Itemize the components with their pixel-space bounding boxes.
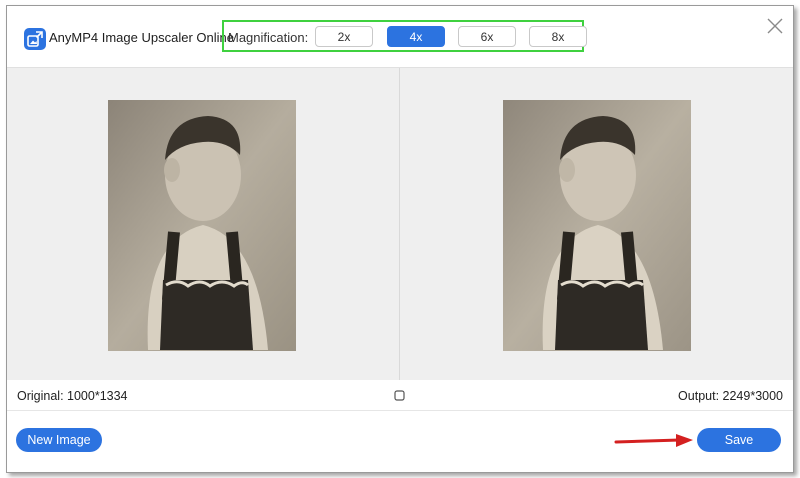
- magnification-label: Magnification:: [228, 30, 309, 45]
- red-arrow-icon: [614, 434, 693, 447]
- new-image-button[interactable]: New Image: [16, 428, 102, 452]
- original-image: [108, 100, 296, 351]
- output-image: [503, 100, 691, 351]
- magnification-6x-button[interactable]: 6x: [458, 26, 516, 47]
- upscaler-dialog: AnyMP4 Image Upscaler Online Magnificati…: [6, 5, 794, 473]
- close-icon[interactable]: [767, 18, 783, 34]
- magnification-8x-button[interactable]: 8x: [529, 26, 587, 47]
- preview-divider: [399, 68, 400, 381]
- app-title: AnyMP4 Image Upscaler Online: [49, 30, 234, 45]
- original-size-text: Original: 1000*1334: [17, 389, 128, 403]
- save-button[interactable]: Save: [697, 428, 781, 452]
- output-size-text: Output: 2249*3000: [678, 389, 783, 403]
- header: AnyMP4 Image Upscaler Online Magnificati…: [7, 6, 793, 66]
- magnification-4x-button[interactable]: 4x: [387, 26, 445, 47]
- magnification-group: Magnification: 2x 4x 6x 8x: [222, 20, 587, 52]
- footer-divider: [7, 410, 793, 411]
- image-info-bar: Original: 1000*1334 Output: 2249*3000: [7, 380, 793, 410]
- preview-area: [7, 67, 793, 381]
- image-upscale-icon: [24, 28, 46, 50]
- compare-square-icon[interactable]: [394, 390, 405, 401]
- magnification-2x-button[interactable]: 2x: [315, 26, 373, 47]
